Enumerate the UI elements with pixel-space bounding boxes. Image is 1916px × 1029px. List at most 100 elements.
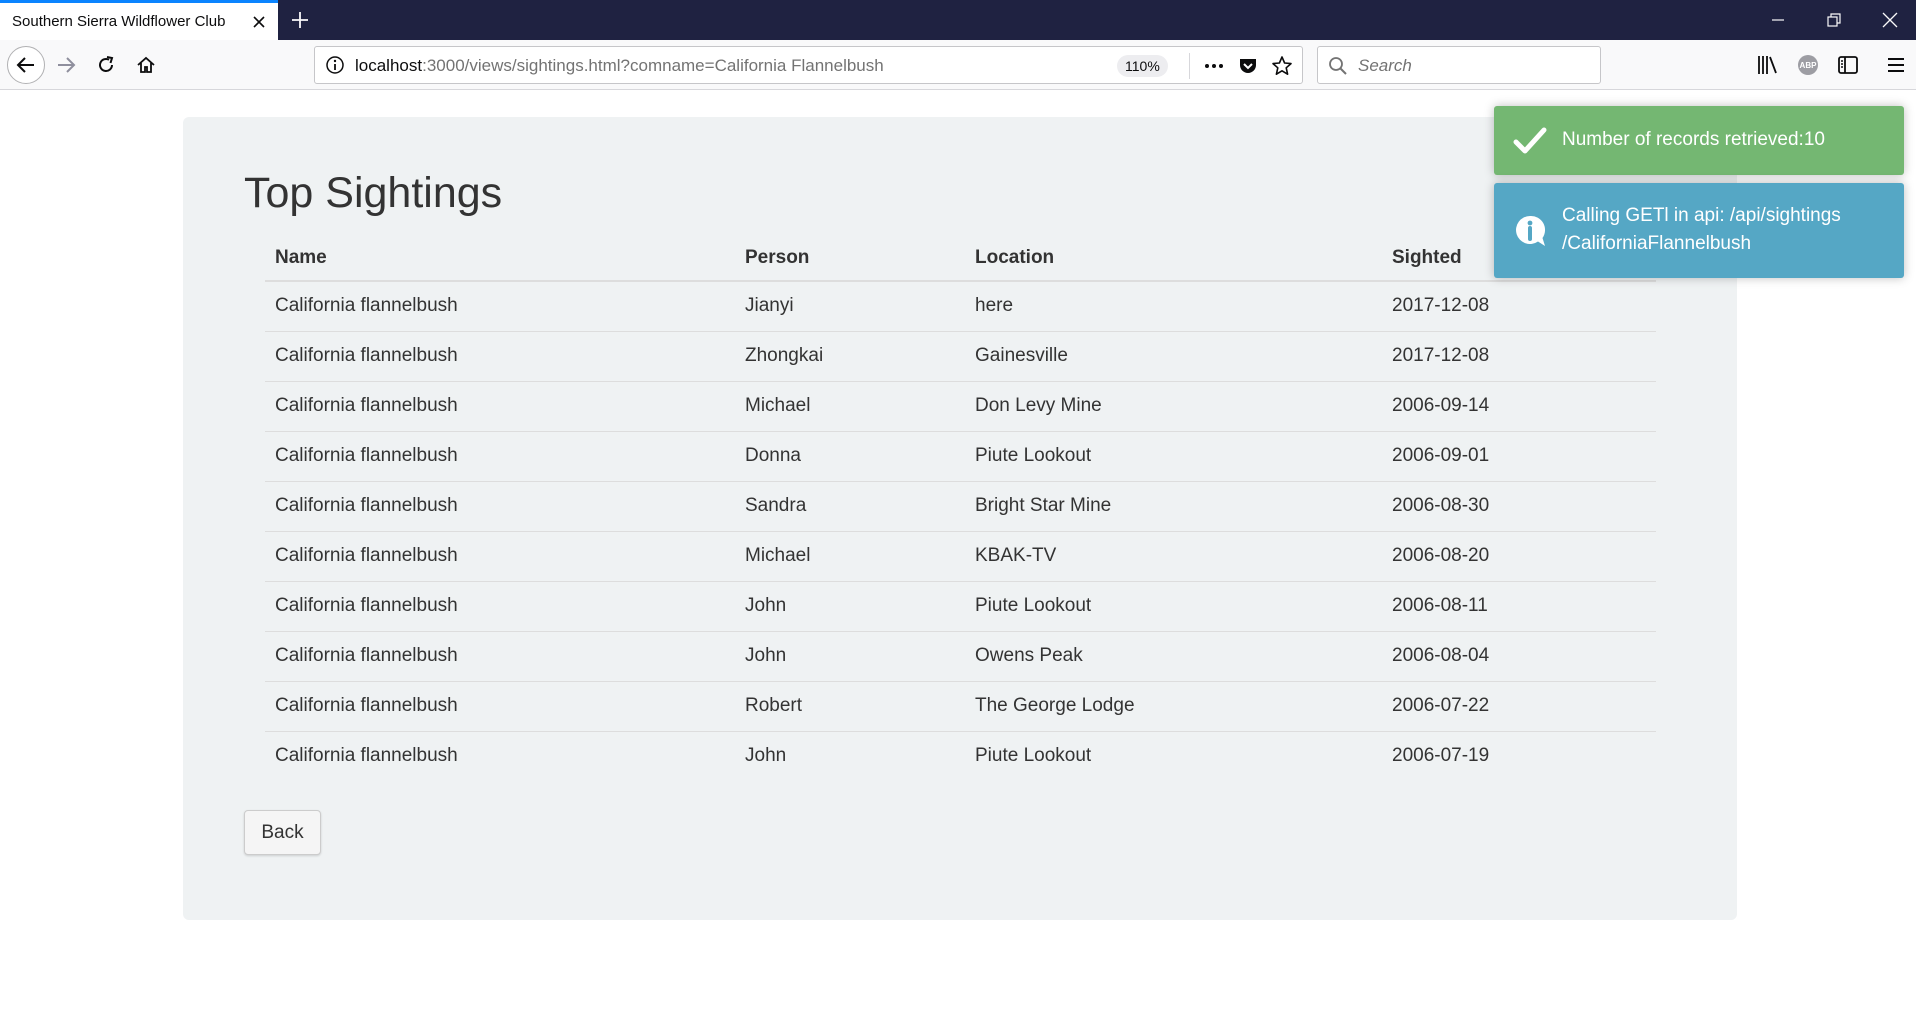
- cell-name: California flannelbush: [265, 431, 735, 482]
- pocket-button[interactable]: [1236, 54, 1260, 78]
- table-row: California flannelbush Donna Piute Lookout…: [265, 431, 1656, 482]
- close-window-button[interactable]: [1862, 0, 1916, 40]
- checkmark-icon: [1513, 127, 1547, 154]
- cell-location: Bright Star Mine: [965, 481, 1382, 532]
- cell-location: Don Levy Mine: [965, 381, 1382, 432]
- cell-sighted: 2006-08-04: [1382, 631, 1656, 682]
- cell-person: John: [735, 631, 965, 682]
- back-button[interactable]: Back: [244, 810, 321, 855]
- home-icon: [137, 56, 155, 73]
- cell-name: California flannelbush: [265, 381, 735, 432]
- cell-person: John: [735, 581, 965, 632]
- library-icon: [1758, 56, 1777, 74]
- app-menu-button[interactable]: [1881, 50, 1911, 80]
- cell-name: California flannelbush: [265, 681, 735, 732]
- cell-location: Piute Lookout: [965, 581, 1382, 632]
- restore-button[interactable]: [1806, 0, 1862, 40]
- info-toast-line-1: Calling GETl in api: /api/sightings: [1562, 205, 1841, 226]
- column-header-location: Location: [965, 235, 1382, 282]
- cell-name: California flannelbush: [265, 631, 735, 682]
- tab-bar: Southern Sierra Wildflower Club: [0, 0, 1916, 40]
- cell-location: KBAK-TV: [965, 531, 1382, 582]
- site-info-icon[interactable]: [325, 55, 345, 75]
- table-row: California flannelbush John Owens Peak 2006…: [265, 631, 1656, 682]
- navigation-toolbar: localhost:3000/views/sightings.html?comn…: [0, 40, 1916, 90]
- success-toast[interactable]: Number of records retrieved:10: [1494, 106, 1904, 175]
- zoom-badge[interactable]: 110%: [1117, 55, 1168, 77]
- home-button[interactable]: [129, 48, 163, 82]
- cell-sighted: 2006-08-11: [1382, 581, 1656, 632]
- search-placeholder: Search: [1358, 56, 1412, 75]
- table-row: California flannelbush Michael Don Levy Mi…: [265, 381, 1656, 432]
- reload-button[interactable]: [89, 48, 123, 82]
- column-header-name: Name: [265, 235, 735, 282]
- info-toast-line-2: /CaliforniaFlannelbush: [1562, 233, 1752, 254]
- cell-location: Owens Peak: [965, 631, 1382, 682]
- sidebar-button[interactable]: [1833, 50, 1863, 80]
- minimize-icon: [1772, 19, 1784, 21]
- cell-sighted: 2006-08-30: [1382, 481, 1656, 532]
- cell-location: Gainesville: [965, 331, 1382, 382]
- search-icon: [1329, 57, 1347, 75]
- sightings-table-body: California flannelbush Jianyi here 2017-12-…: [265, 281, 1656, 781]
- cell-sighted: 2006-07-19: [1392, 745, 1490, 767]
- more-icon: [1205, 64, 1223, 68]
- column-header-person: Person: [735, 235, 965, 282]
- cell-person: Donna: [735, 431, 965, 482]
- browser-tab[interactable]: Southern Sierra Wildflower Club: [0, 0, 278, 40]
- table-row: California flannelbush John Piute Lookout 2…: [265, 581, 1656, 632]
- info-icon: [1516, 215, 1546, 246]
- star-icon: [1272, 56, 1292, 75]
- url-text[interactable]: localhost:3000/views/sightings.html?comn…: [355, 56, 884, 76]
- page-title: Top Sightings: [244, 169, 503, 217]
- cell-person: Zhongkai: [735, 331, 965, 382]
- sightings-table: Name Person Location Sighted California …: [265, 235, 1656, 781]
- bookmark-star-button[interactable]: [1270, 54, 1294, 78]
- tab-title: Southern Sierra Wildflower Club: [12, 13, 226, 30]
- cell-person: Sandra: [735, 481, 965, 532]
- cell-location: Piute Lookout: [975, 745, 1092, 767]
- success-toast-message: Number of records retrieved:10: [1562, 126, 1890, 154]
- forward-arrow-icon: [58, 57, 76, 73]
- sidebar-icon: [1838, 56, 1858, 74]
- forward-nav-button[interactable]: [49, 48, 83, 82]
- cell-sighted: 2006-09-14: [1382, 381, 1656, 432]
- cell-location: here: [965, 281, 1382, 332]
- table-row: California flannelbush Jianyi here 2017-12-…: [265, 281, 1656, 332]
- cell-location: Piute Lookout: [965, 431, 1382, 482]
- abp-icon: ABP: [1798, 55, 1818, 75]
- success-toast-text: Number of records retrieved:10: [1562, 129, 1825, 150]
- info-toast-message: Calling GETl in api: /api/sightings /Cal…: [1562, 202, 1890, 258]
- cell-name: California flannelbush: [265, 331, 735, 382]
- url-path: :3000/views/sightings.html?comname=Calif…: [422, 56, 884, 75]
- new-tab-plus-icon[interactable]: [288, 8, 312, 32]
- url-bar[interactable]: localhost:3000/views/sightings.html?comn…: [314, 46, 1303, 84]
- cell-name: California flannelbush: [265, 481, 735, 532]
- cell-name: California flannelbush: [265, 581, 735, 632]
- tab-close-icon[interactable]: [248, 11, 270, 33]
- cell-sighted: 2017-12-08: [1382, 331, 1656, 382]
- cell-sighted: 2017-12-08: [1382, 281, 1656, 332]
- cell-person: Robert: [735, 681, 965, 732]
- table-row: California flannelbush Zhongkai Gainesvill…: [265, 331, 1656, 382]
- table-header-row: Name Person Location Sighted: [265, 235, 1656, 282]
- cell-person: Jianyi: [735, 281, 965, 332]
- cell-person: John: [745, 745, 787, 767]
- cell-person: Michael: [735, 381, 965, 432]
- url-host: localhost: [355, 56, 423, 75]
- table-row: California flannelbush Robert The George L…: [265, 681, 1656, 732]
- table-row: California flannelbush John Piute Lookout 2…: [265, 731, 1656, 781]
- back-nav-button[interactable]: [7, 46, 45, 84]
- reload-icon: [99, 56, 114, 72]
- info-toast[interactable]: Calling GETl in api: /api/sightings /Cal…: [1494, 183, 1904, 278]
- table-row: California flannelbush Michael KBAK-TV 2006…: [265, 531, 1656, 582]
- table-row: California flannelbush Sandra Bright Star …: [265, 481, 1656, 532]
- page-actions-button[interactable]: [1202, 54, 1226, 78]
- cell-name: California flannelbush: [265, 531, 735, 582]
- minimize-button[interactable]: [1750, 0, 1806, 40]
- adblock-button[interactable]: ABP: [1793, 50, 1823, 80]
- library-button[interactable]: [1752, 50, 1782, 80]
- search-bar[interactable]: Search: [1317, 46, 1601, 84]
- cell-person: Michael: [735, 531, 965, 582]
- cell-sighted: 2006-07-22: [1382, 681, 1656, 732]
